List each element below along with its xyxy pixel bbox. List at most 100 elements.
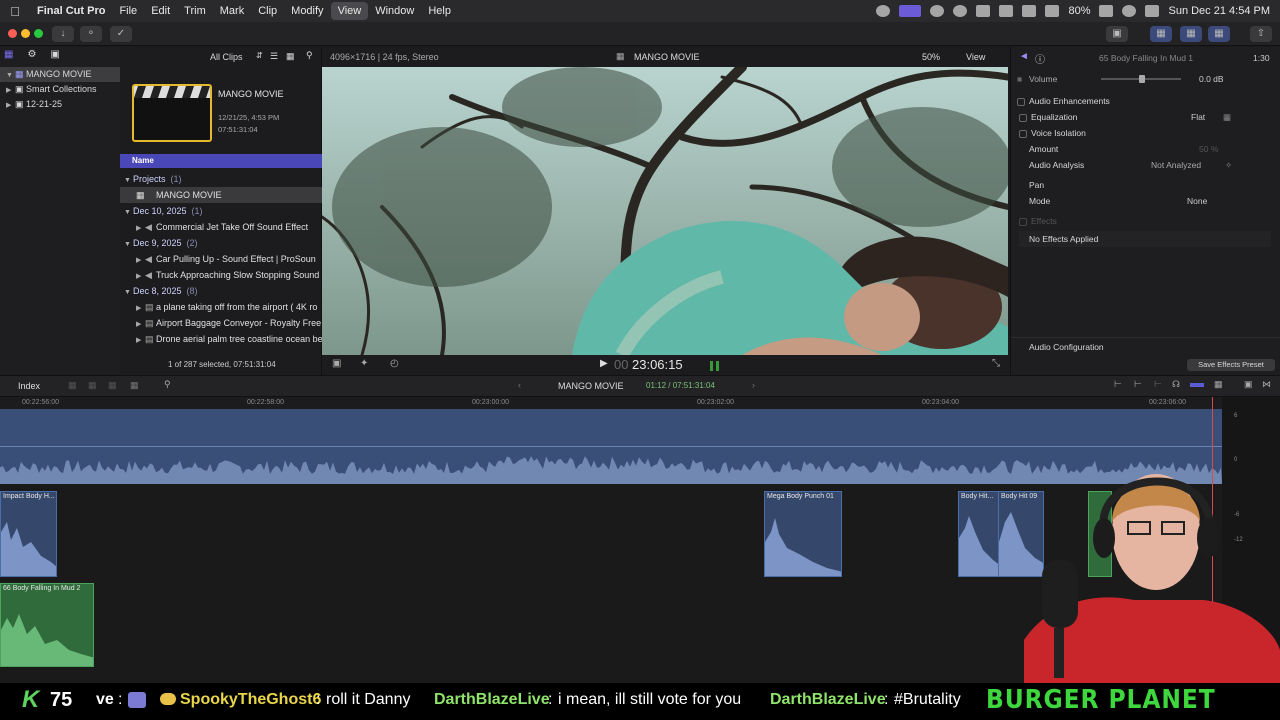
eq-graph-icon[interactable]: ▦ <box>1223 109 1231 125</box>
effects-browser-icon[interactable]: ⋈ <box>1262 379 1271 390</box>
volume-icon[interactable] <box>976 5 991 17</box>
screen-record-icon[interactable] <box>899 5 922 17</box>
sidebar-item-event[interactable]: ▶ ▣ 12-21-25 <box>0 97 120 112</box>
browser-clip-row[interactable]: ▶ ▤ Airport Baggage Conveyor - Royalty Fre… <box>120 315 322 331</box>
menu-file[interactable]: File <box>112 2 144 20</box>
audio-inspector-tab-icon[interactable]: ◄ <box>1019 51 1029 62</box>
menu-app-name[interactable]: Final Cut Pro <box>30 2 112 20</box>
import-icon[interactable]: ↓ <box>52 26 74 42</box>
close-window-button[interactable] <box>8 29 17 38</box>
audio-clip[interactable]: Mega Body Punch 01 <box>764 491 842 577</box>
sidebar-item-smart-collections[interactable]: ▶ ▣ Smart Collections <box>0 82 120 97</box>
fullscreen-icon[interactable]: ⤡ <box>992 358 1000 369</box>
disclosure-down-icon[interactable]: ▼ <box>124 173 133 187</box>
browser-clip-row[interactable]: ▶ ▤ Drone aerial palm tree coastline ocean… <box>120 331 322 347</box>
play-button[interactable]: ▶ <box>600 358 608 369</box>
share-icon[interactable]: ⇧ <box>1250 26 1272 42</box>
disclosure-right-icon[interactable]: ▶ <box>6 98 15 113</box>
analyze-icon[interactable]: ✧ <box>1225 157 1232 173</box>
audio-configuration[interactable]: Audio Configuration <box>1011 337 1280 355</box>
browser-group-header[interactable]: ▼ Projects (1) <box>120 171 322 187</box>
audio-clip[interactable]: Impact Body H... <box>0 491 57 577</box>
browser-clip-row[interactable]: ▶ ◀ Car Pulling Up - Sound Effect | ProSou… <box>120 251 322 267</box>
status-icon[interactable] <box>876 5 891 17</box>
back-icon[interactable]: ‹ <box>518 380 521 390</box>
timecode-display[interactable]: 23:06:15 <box>632 357 683 372</box>
audio-clip-green[interactable]: 66 Body Falling In Mud 2 <box>0 583 94 667</box>
menu-modify[interactable]: Modify <box>284 2 330 20</box>
display-icon[interactable] <box>999 5 1014 17</box>
browser-group-header[interactable]: ▼ Dec 10, 2025 (1) <box>120 203 322 219</box>
append-edit-icon[interactable]: ▦ <box>68 380 77 391</box>
equalization-dropdown[interactable]: Flat <box>1191 109 1205 125</box>
volume-slider-knob[interactable] <box>1139 75 1145 83</box>
pan-mode-dropdown[interactable]: None <box>1187 193 1207 209</box>
menu-mark[interactable]: Mark <box>213 2 251 20</box>
share-view-icon[interactable]: ▣ <box>1106 26 1128 42</box>
menu-window[interactable]: Window <box>368 2 421 20</box>
apple-menu-icon[interactable]:  <box>0 4 30 19</box>
titles-tab-icon[interactable]: ▣ <box>50 49 59 65</box>
list-view-icon[interactable]: ☰ <box>270 51 278 62</box>
keywords-icon[interactable]: ⚬ <box>80 26 102 42</box>
enhance-icon[interactable]: ✦ <box>360 358 368 369</box>
index-button[interactable]: Index <box>18 381 40 391</box>
audio-skimming-icon[interactable]: ☊ <box>1172 379 1180 390</box>
browser-group-header[interactable]: ▼ Dec 9, 2025 (2) <box>120 235 322 251</box>
browser-toggle-icon[interactable]: ▦ <box>1150 26 1172 42</box>
audio-clip[interactable]: Body Hit... <box>958 491 1000 577</box>
equalization-checkbox[interactable] <box>1019 113 1027 122</box>
libraries-tab-icon[interactable]: ▦ <box>4 49 13 65</box>
bluetooth-icon[interactable] <box>1022 5 1037 17</box>
section-checkbox[interactable] <box>1017 97 1025 106</box>
zoom-to-fit-icon[interactable]: ⊢ <box>1114 379 1122 390</box>
edit-mode-dropdown[interactable]: ▦ <box>130 380 139 391</box>
menu-trim[interactable]: Trim <box>177 2 213 20</box>
audio-enhancements-section[interactable]: Audio Enhancements <box>1011 93 1280 109</box>
overwrite-edit-icon[interactable]: ▦ <box>108 380 117 391</box>
timeline-project-name[interactable]: MANGO MOVIE <box>558 381 624 391</box>
inspector-toggle-icon[interactable]: ▦ <box>1208 26 1230 42</box>
tool-select-icon[interactable]: ⚲ <box>164 379 171 390</box>
project-thumbnail[interactable] <box>132 84 212 142</box>
insert-edit-icon[interactable]: ▦ <box>88 380 97 391</box>
disclosure-down-icon[interactable]: ▼ <box>124 205 133 219</box>
disclosure-down-icon[interactable]: ▼ <box>124 285 133 299</box>
disclosure-right-icon[interactable]: ▶ <box>136 301 145 315</box>
view-dropdown[interactable]: View <box>966 52 985 62</box>
volume-value[interactable]: 0.0 dB <box>1199 71 1224 87</box>
timeline-ruler[interactable]: 00:22:56:00 00:22:58:00 00:23:00:00 00:2… <box>0 397 1222 409</box>
appearance-icon[interactable]: ▣ <box>1244 379 1253 390</box>
menu-help[interactable]: Help <box>421 2 458 20</box>
control-center-icon[interactable] <box>1145 5 1160 17</box>
search-icon[interactable]: ⚲ <box>306 50 313 61</box>
effects-checkbox[interactable] <box>1019 217 1027 226</box>
battery-icon[interactable] <box>1099 5 1114 17</box>
snapping-icon[interactable]: ▦ <box>1214 379 1223 390</box>
photos-tab-icon[interactable]: ⚙ <box>27 49 36 65</box>
disclosure-down-icon[interactable]: ▼ <box>124 237 133 251</box>
save-effects-preset-button[interactable]: Save Effects Preset <box>1187 359 1275 371</box>
disclosure-right-icon[interactable]: ▶ <box>136 269 145 283</box>
browser-group-header[interactable]: ▼ Dec 8, 2025 (8) <box>120 283 322 299</box>
speed-icon[interactable]: ◴ <box>390 358 399 369</box>
clip-appearance-icon[interactable]: ▦ <box>286 51 295 62</box>
transform-icon[interactable]: ▣ <box>332 358 341 369</box>
disclosure-right-icon[interactable]: ▶ <box>6 83 15 98</box>
minimize-window-button[interactable] <box>21 29 30 38</box>
disclosure-right-icon[interactable]: ▶ <box>136 253 145 267</box>
wifi-icon[interactable] <box>1045 5 1060 17</box>
browser-clip-row[interactable]: ▶ ◀ Commercial Jet Take Off Sound Effect <box>120 219 322 235</box>
menu-clip[interactable]: Clip <box>251 2 284 20</box>
disclosure-right-icon[interactable]: ▶ <box>136 333 145 347</box>
browser-project-row[interactable]: ▦ MANGO MOVIE <box>120 187 322 203</box>
video-viewer[interactable] <box>322 67 1008 355</box>
name-column-header[interactable]: Name <box>120 154 322 168</box>
sidebar-item-library[interactable]: ▼ ▦ MANGO MOVIE <box>0 67 120 82</box>
menu-edit[interactable]: Edit <box>144 2 177 20</box>
solo-icon[interactable] <box>1190 383 1204 387</box>
browser-clip-row[interactable]: ▶ ▤ a plane taking off from the airport ( … <box>120 299 322 315</box>
browser-clip-row[interactable]: ▶ ◀ Truck Approaching Slow Stopping Sound <box>120 267 322 283</box>
amount-value[interactable]: 50 % <box>1199 141 1218 157</box>
disclosure-right-icon[interactable]: ▶ <box>136 317 145 331</box>
